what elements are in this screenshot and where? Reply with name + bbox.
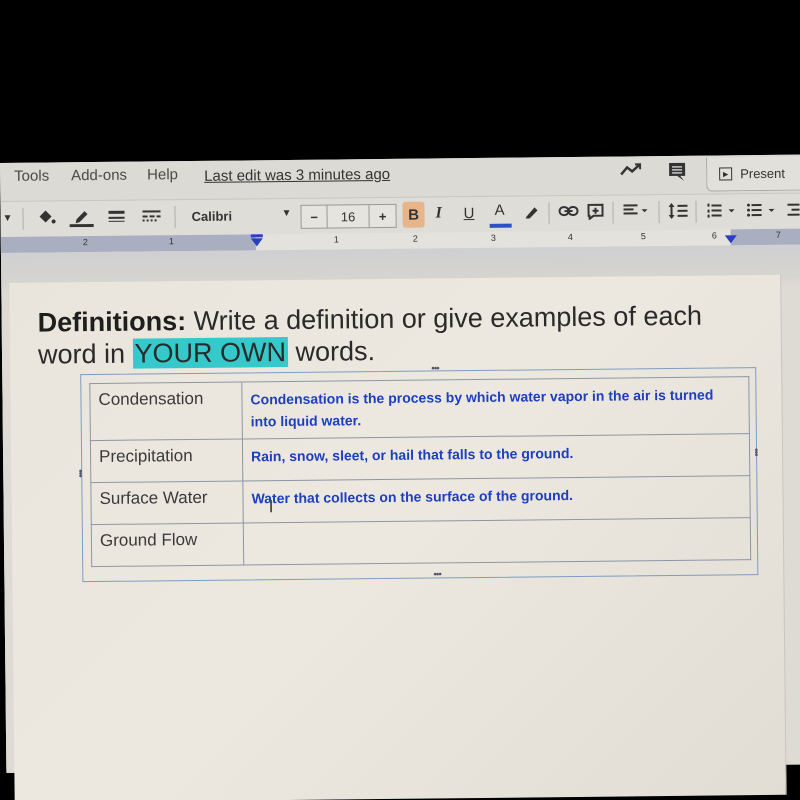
definitions-table: Condensation Condensation is the process…	[89, 376, 751, 567]
ruler-label: 6	[711, 230, 717, 241]
ruler-label: 1	[333, 234, 339, 245]
menu-help[interactable]: Help	[147, 166, 178, 183]
line-spacing-icon[interactable]	[668, 202, 688, 222]
ruler-label: 1	[168, 236, 174, 247]
table-row: Condensation Condensation is the process…	[89, 376, 750, 441]
align-left-icon[interactable]	[622, 203, 648, 220]
font-size-stepper: − 16 +	[300, 203, 397, 229]
text-color-swatch	[489, 223, 512, 228]
style-dropdown-caret-icon[interactable]: ▼	[3, 213, 13, 224]
right-indent-handle[interactable]	[724, 235, 737, 244]
document-area: Definitions: Write a definition or give …	[0, 244, 800, 800]
term-cell[interactable]: Ground Flow	[91, 522, 244, 567]
italic-button[interactable]: I	[435, 204, 441, 222]
table-row: Surface Water Water that collects on the…	[90, 475, 751, 525]
term-cell[interactable]: Condensation	[89, 381, 243, 441]
increase-font-size-button[interactable]: +	[369, 205, 395, 227]
definition-cell[interactable]: Condensation is the process by which wat…	[241, 376, 750, 439]
border-color-icon[interactable]	[68, 209, 94, 230]
toolbar-separator	[612, 201, 614, 224]
activity-trend-icon[interactable]	[620, 162, 642, 181]
font-family-select[interactable]: Calibri	[191, 209, 232, 224]
ruler-right-margin	[730, 228, 800, 246]
ruler-label: 4	[567, 232, 573, 243]
menu-tools[interactable]: Tools	[14, 167, 49, 184]
decrease-font-size-button[interactable]: −	[301, 205, 328, 228]
definition-cell[interactable]: Rain, snow, sleet, or hail that falls to…	[242, 433, 750, 481]
table-row: Ground Flow	[91, 517, 751, 567]
fill-color-icon[interactable]	[36, 209, 56, 228]
decrease-indent-icon[interactable]	[786, 202, 800, 221]
toolbar-separator	[174, 206, 176, 229]
row-drag-handle-left[interactable]: •••	[74, 469, 85, 477]
ruler-label: 2	[82, 237, 88, 248]
highlight-color-icon[interactable]	[523, 204, 539, 223]
definition-cell[interactable]	[243, 517, 751, 565]
insert-comment-icon[interactable]	[587, 203, 604, 223]
last-edit-link[interactable]: Last edit was 3 minutes ago	[204, 166, 390, 185]
row-resize-handle-bottom[interactable]: •••	[433, 569, 441, 580]
font-size-input[interactable]: 16	[327, 205, 370, 228]
underline-button[interactable]: U	[463, 205, 474, 222]
insert-link-icon[interactable]	[558, 204, 579, 220]
present-label: Present	[740, 165, 786, 182]
bulleted-list-icon[interactable]	[746, 202, 778, 221]
first-line-indent-handle[interactable]	[250, 234, 263, 238]
ruler-label: 5	[640, 231, 646, 242]
table-selection-frame: ••• ••• ••• ••• Condensation Condensatio…	[74, 363, 761, 583]
table-row: Precipitation Rain, snow, sleet, or hail…	[90, 433, 750, 483]
toolbar-separator	[22, 207, 24, 230]
instructions-heading: Definitions: Write a definition or give …	[38, 299, 759, 371]
definition-cell[interactable]: Water that collects on the surface of th…	[242, 475, 751, 523]
border-dash-icon[interactable]	[141, 208, 161, 225]
term-cell[interactable]: Surface Water	[90, 480, 244, 525]
left-indent-handle[interactable]	[250, 238, 263, 247]
text-cursor-icon: I	[268, 496, 274, 517]
present-button[interactable]: ▶ Present	[705, 156, 800, 192]
toolbar-separator	[548, 202, 550, 225]
row-drag-handle-right[interactable]: •••	[750, 448, 761, 456]
play-icon: ▶	[719, 167, 733, 181]
font-dropdown-caret-icon[interactable]: ▼	[281, 208, 291, 219]
menu-add-ons[interactable]: Add-ons	[71, 167, 127, 185]
ruler-label: 7	[775, 229, 781, 240]
heading-bold-label: Definitions:	[37, 306, 187, 338]
ruler-label: 3	[490, 232, 496, 243]
screen: Tools Add-ons Help Last edit was 3 minut…	[0, 154, 800, 800]
ruler-label: 2	[412, 233, 418, 244]
bold-button[interactable]: B	[402, 201, 425, 228]
border-width-icon[interactable]	[107, 209, 125, 226]
numbered-list-icon[interactable]	[706, 202, 738, 221]
document-page[interactable]: Definitions: Write a definition or give …	[9, 274, 787, 800]
toolbar-separator	[695, 200, 697, 223]
column-resize-handle-top[interactable]: •••	[431, 363, 439, 374]
text-color-button[interactable]: A	[494, 202, 504, 219]
highlighted-text: YOUR OWN	[132, 336, 289, 369]
heading-end-text: words.	[287, 336, 376, 367]
toolbar-separator	[658, 201, 660, 224]
comment-icon[interactable]	[668, 162, 686, 187]
term-cell[interactable]: Precipitation	[90, 438, 243, 483]
